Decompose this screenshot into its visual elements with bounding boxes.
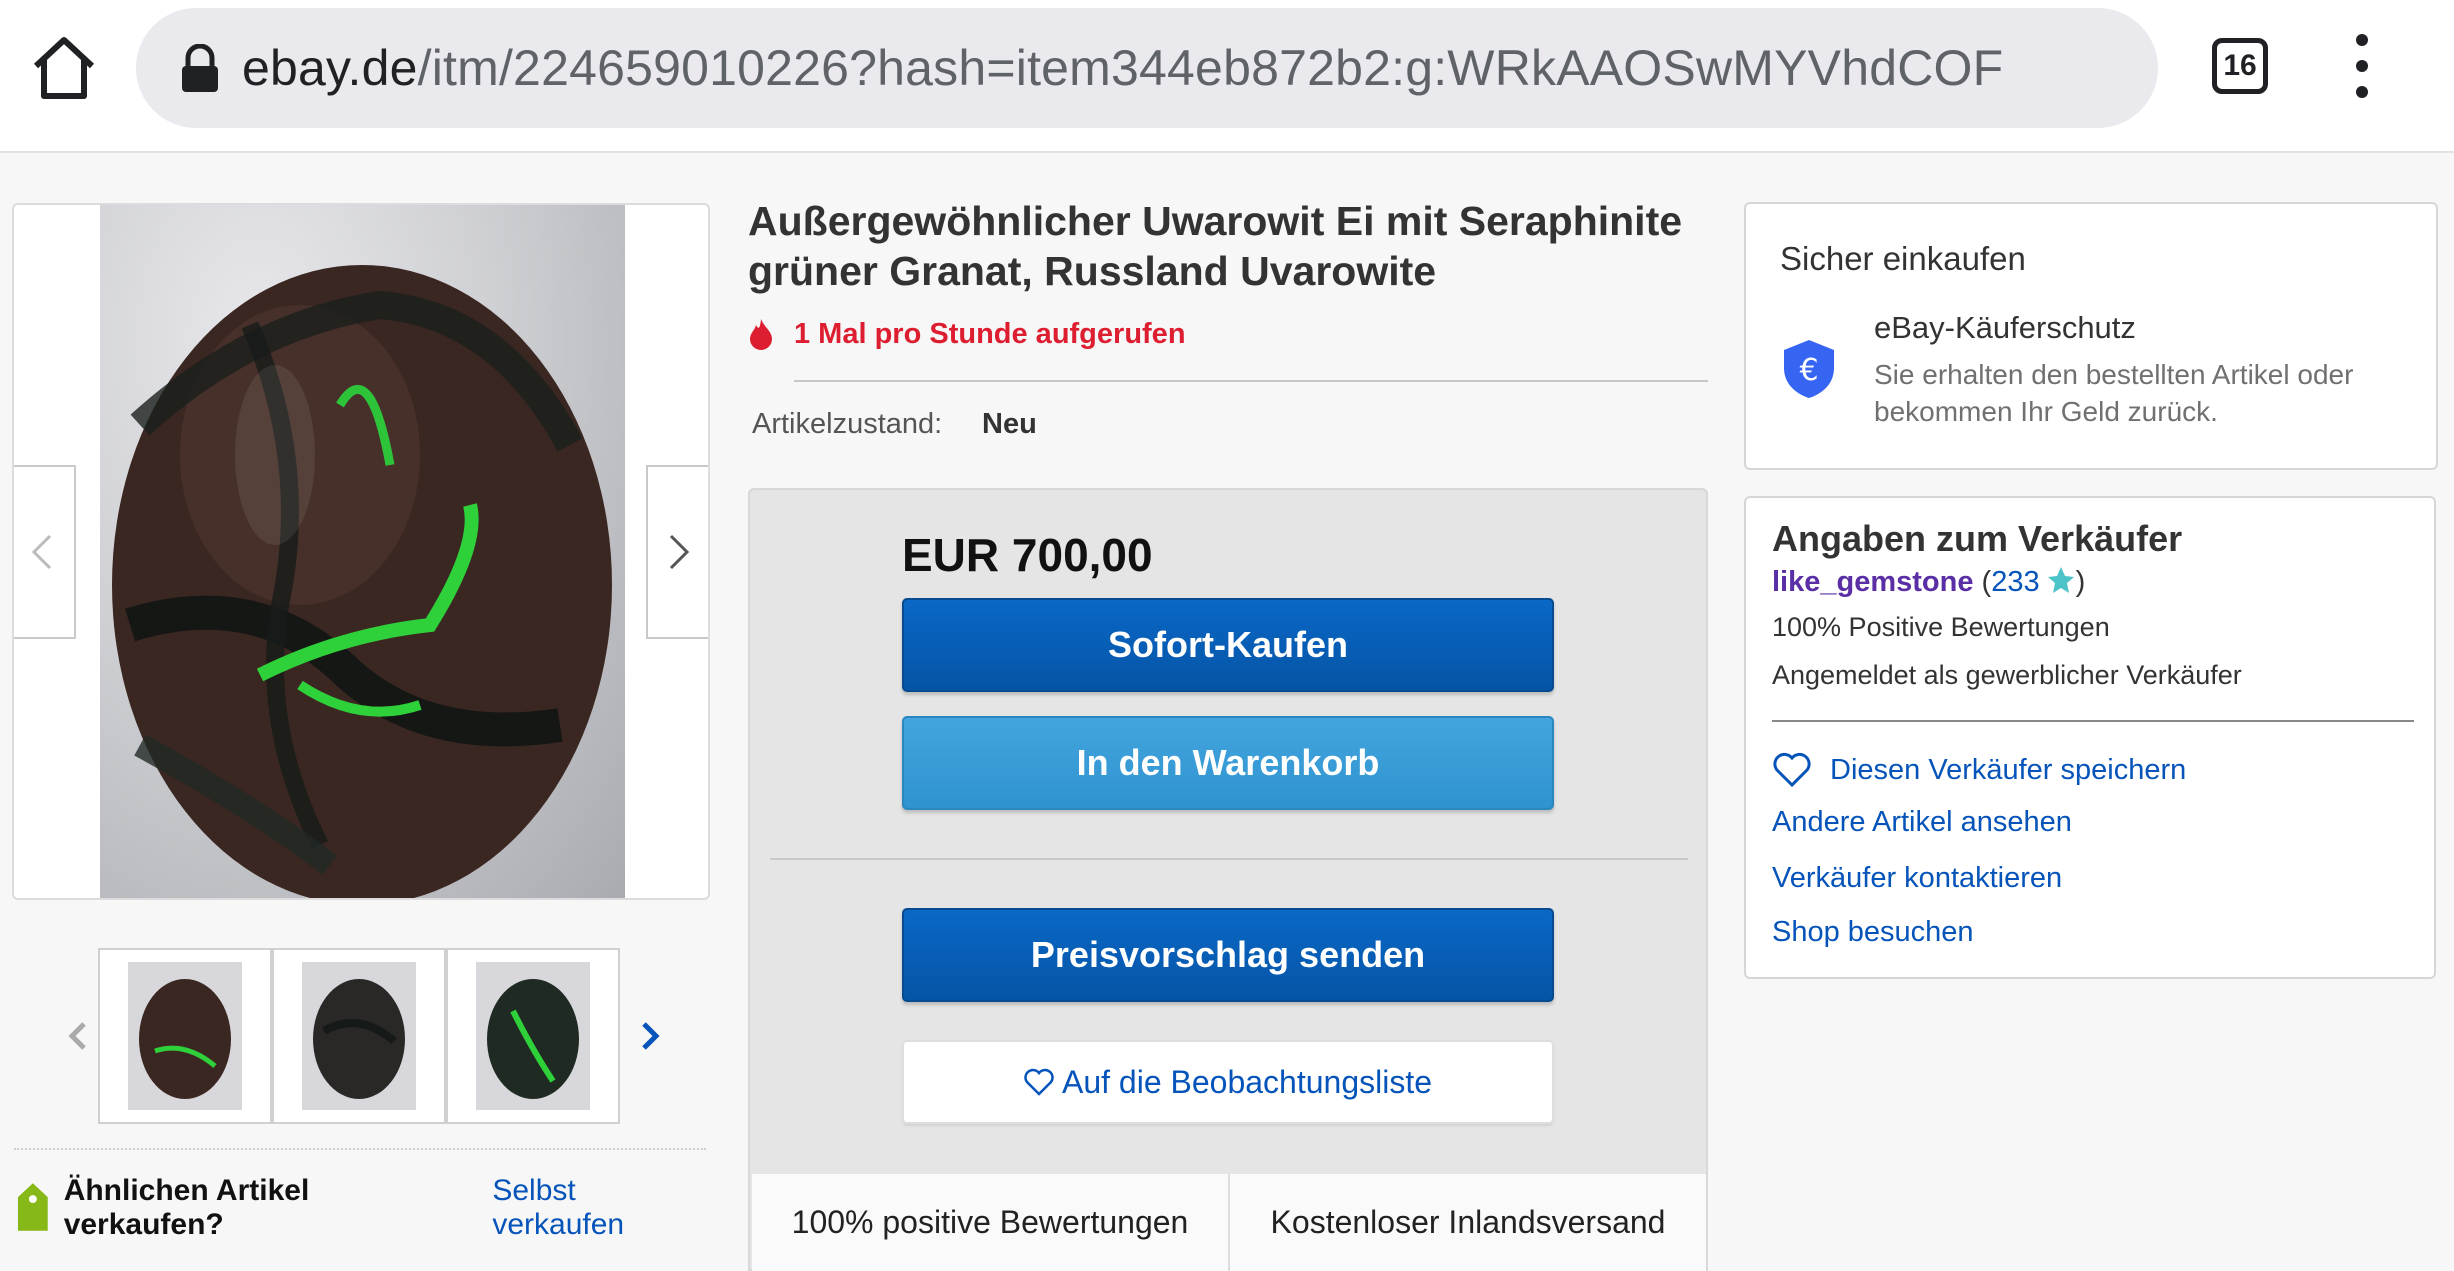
image-gallery	[12, 203, 710, 900]
trust-badges: 100% positive Bewertungen Kostenloser In…	[752, 1174, 1706, 1271]
badge-positive-feedback: 100% positive Bewertungen	[752, 1174, 1230, 1271]
condition-label: Artikelzustand:	[752, 408, 943, 440]
main-product-image[interactable]	[100, 205, 625, 898]
thumbnail-1[interactable]	[98, 948, 272, 1124]
chevron-left-icon	[31, 534, 52, 570]
divider	[794, 380, 1708, 382]
listing-title: Außergewöhnlicher Uwarowit Ei mit Seraph…	[748, 198, 1683, 294]
buyer-protection-card: Sicher einkaufen € eBay-Käuferschutz Sie…	[1744, 202, 2438, 470]
badge-free-shipping: Kostenloser Inlandsversand	[1230, 1174, 1706, 1271]
flame-icon	[750, 319, 772, 350]
divider	[14, 1148, 706, 1150]
address-bar[interactable]: ebay.de/itm/224659010226?hash=item344eb8…	[136, 8, 2158, 128]
views-text: 1 Mal pro Stunde aufgerufen	[794, 317, 1186, 350]
heart-icon	[1024, 1068, 1054, 1096]
thumbnail-3[interactable]	[446, 948, 620, 1124]
url-path: /itm/224659010226?hash=item344eb872b2:g:…	[417, 40, 2004, 96]
price: EUR 700,00	[902, 529, 1153, 581]
seller-line: like_gemstone (233)	[1772, 566, 2086, 598]
chevron-left-icon[interactable]	[56, 1012, 96, 1060]
seller-business-status: Angemeldet als gewerblicher Verkäufer	[1772, 660, 2242, 690]
gallery-prev-button[interactable]	[14, 465, 76, 639]
seller-name-link[interactable]: like_gemstone	[1772, 566, 1973, 598]
star-icon	[2047, 567, 2074, 593]
heart-icon	[1773, 752, 1811, 788]
tabs-icon[interactable]: 16	[2212, 38, 2268, 94]
save-seller-label: Diesen Verkäufer speichern	[1830, 753, 2187, 786]
seller-info-card: Angaben zum Verkäufer like_gemstone (233…	[1744, 496, 2436, 979]
divider	[1772, 720, 2414, 722]
url-host: ebay.de	[242, 40, 418, 96]
seller-feedback-score[interactable]: 233	[1991, 566, 2039, 598]
add-to-cart-button[interactable]: In den Warenkorb	[902, 716, 1554, 810]
watchlist-button[interactable]: Auf die Beobachtungsliste	[902, 1040, 1554, 1124]
views-indicator: 1 Mal pro Stunde aufgerufen	[746, 314, 1186, 354]
buyer-protection-title: eBay-Käuferschutz	[1874, 310, 2136, 345]
lock-icon	[178, 43, 222, 94]
chevron-right-icon[interactable]	[632, 1012, 672, 1060]
condition-value: Neu	[982, 408, 1037, 440]
sell-yourself-link[interactable]: Selbst verkaufen	[492, 1174, 714, 1242]
thumbnail-2[interactable]	[272, 948, 446, 1124]
thumbnail-strip	[40, 948, 680, 1124]
tab-count: 16	[2223, 49, 2257, 82]
divider	[770, 858, 1688, 860]
other-items-link[interactable]: Andere Artikel ansehen	[1772, 802, 2072, 842]
url-text: ebay.de/itm/224659010226?hash=item344eb8…	[242, 38, 2003, 98]
buy-now-button[interactable]: Sofort-Kaufen	[902, 598, 1554, 692]
make-offer-button[interactable]: Preisvorschlag senden	[902, 908, 1554, 1002]
price-tag-icon	[17, 1183, 48, 1231]
sell-similar-row: Ähnlichen Artikel verkaufen? Selbst verk…	[14, 1174, 714, 1241]
contact-seller-link[interactable]: Verkäufer kontaktieren	[1772, 858, 2062, 898]
chevron-right-icon	[669, 534, 690, 570]
safe-shopping-heading: Sicher einkaufen	[1780, 240, 2026, 277]
home-icon[interactable]	[28, 32, 100, 104]
shield-euro-icon: €	[1784, 340, 1834, 398]
sell-question: Ähnlichen Artikel verkaufen?	[63, 1174, 310, 1241]
seller-positive-feedback: 100% Positive Bewertungen	[1772, 612, 2110, 642]
watchlist-label: Auf die Beobachtungsliste	[1061, 1063, 1433, 1100]
buy-box: EUR 700,00 Sofort-Kaufen In den Warenkor…	[748, 488, 1708, 1271]
browser-toolbar: ebay.de/itm/224659010226?hash=item344eb8…	[0, 0, 2454, 153]
more-vert-icon[interactable]	[2340, 34, 2384, 98]
buyer-protection-description: Sie erhalten den bestellten Artikel oder…	[1874, 359, 2354, 427]
seller-heading: Angaben zum Verkäufer	[1772, 518, 2183, 559]
visit-shop-link[interactable]: Shop besuchen	[1772, 912, 1974, 952]
gallery-next-button[interactable]	[646, 465, 708, 639]
svg-text:€: €	[1799, 353, 1818, 388]
save-seller-link[interactable]: Diesen Verkäufer speichern	[1772, 750, 2186, 790]
